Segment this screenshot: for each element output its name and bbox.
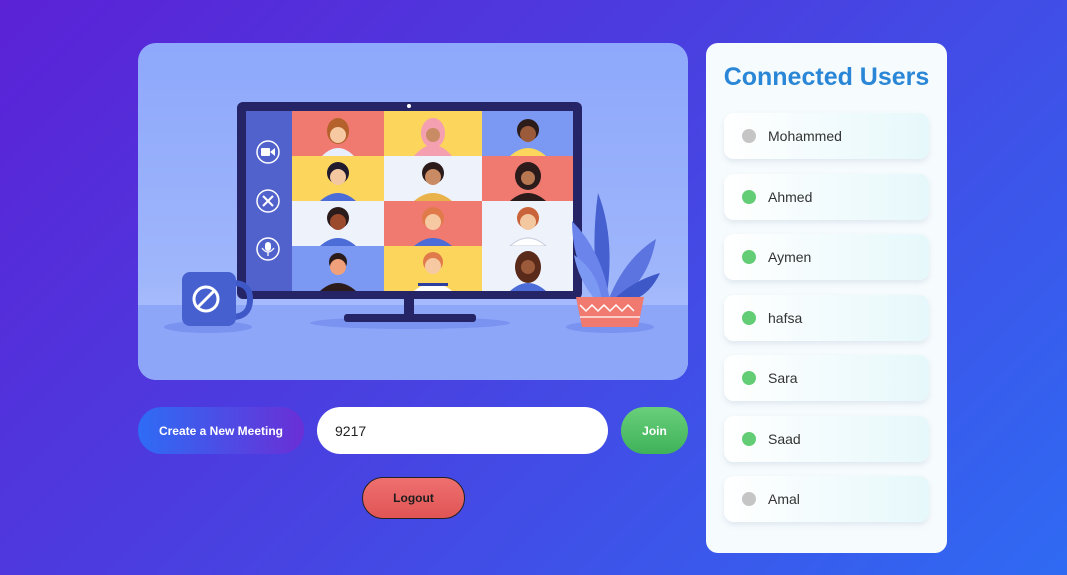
meeting-code-input[interactable] — [317, 407, 608, 454]
logout-button[interactable]: Logout — [362, 477, 465, 519]
user-name: Aymen — [768, 249, 812, 265]
user-item[interactable]: Saad — [724, 415, 929, 462]
status-dot — [742, 189, 756, 204]
video-tile — [482, 246, 573, 291]
video-tile — [292, 111, 384, 156]
video-tile — [482, 156, 573, 201]
status-dot — [742, 250, 756, 264]
video-tile — [292, 201, 384, 246]
video-tile — [292, 156, 384, 201]
monitor-neck — [404, 299, 414, 315]
user-item[interactable]: Mohammed — [724, 113, 929, 159]
video-tile — [482, 201, 573, 247]
video-tile — [384, 156, 482, 201]
user-name: hafsa — [768, 309, 803, 326]
video-tile — [482, 111, 573, 156]
join-button[interactable]: Join — [621, 407, 688, 454]
user-name: Ahmed — [768, 188, 813, 205]
video-tile — [384, 111, 482, 156]
status-dot — [742, 129, 756, 143]
user-name: Mohammed — [768, 128, 842, 144]
illustration-svg — [138, 102, 688, 380]
user-item[interactable]: Ahmed — [724, 173, 929, 220]
video-tile — [384, 246, 482, 291]
video-tile — [384, 201, 482, 246]
user-item[interactable]: Amal — [724, 476, 929, 522]
user-item[interactable]: Sara — [724, 355, 929, 401]
status-dot — [742, 310, 756, 325]
user-item[interactable]: hafsa — [724, 294, 929, 341]
webcam-dot — [407, 104, 411, 108]
video-tile — [292, 246, 384, 291]
monitor-base — [344, 314, 476, 322]
connected-users-panel: Connected Users Mohammed Ahmed Aymen haf… — [706, 43, 947, 553]
user-name: Saad — [768, 430, 801, 447]
user-item[interactable]: Aymen — [724, 234, 929, 280]
user-name: Sara — [768, 370, 798, 386]
panel-title: Connected Users — [723, 63, 930, 91]
video-conference-illustration — [138, 43, 688, 380]
status-dot — [742, 492, 756, 506]
status-dot — [742, 371, 756, 385]
user-list: Mohammed Ahmed Aymen hafsa Sara Saad Ama… — [724, 113, 929, 537]
user-name: Amal — [768, 491, 800, 507]
status-dot — [742, 431, 756, 446]
create-meeting-button[interactable]: Create a New Meeting — [138, 407, 304, 454]
